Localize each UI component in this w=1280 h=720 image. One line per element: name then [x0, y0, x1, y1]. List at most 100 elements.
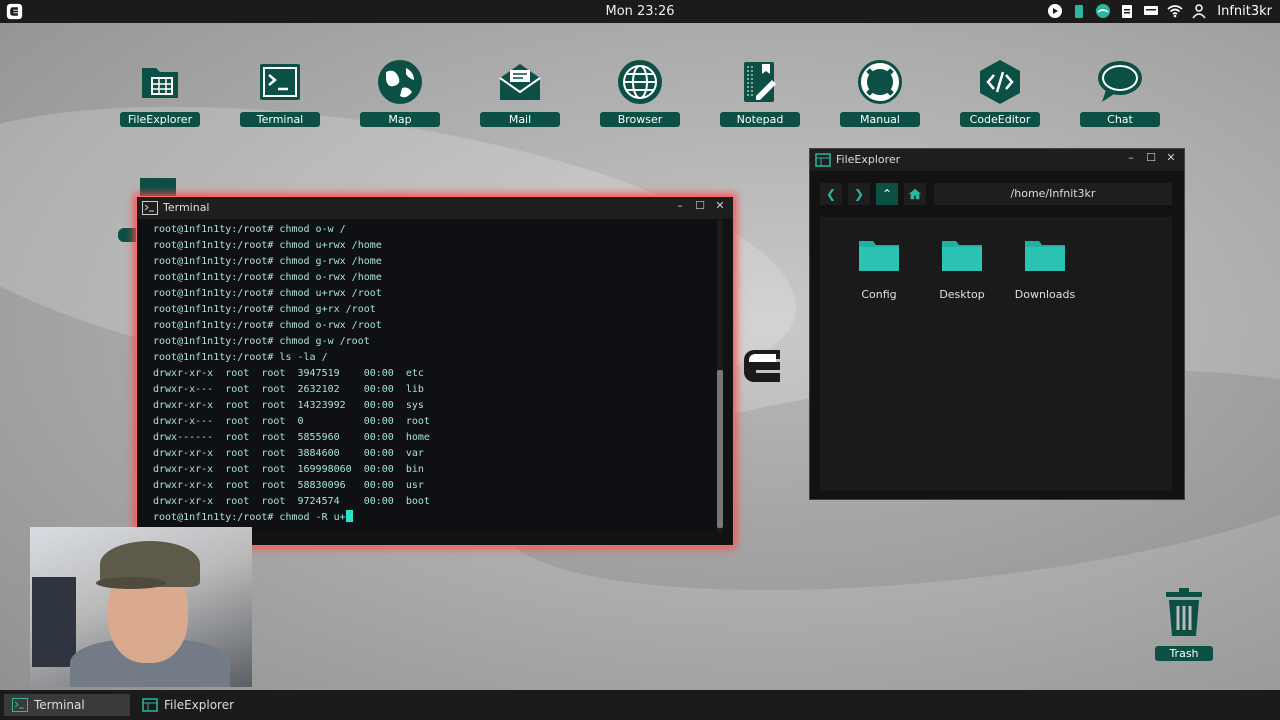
terminal-line: drwxr-xr-x root root 169998060 00:00 bin: [153, 464, 424, 475]
desktop-icon-browser[interactable]: Browser: [600, 58, 680, 127]
window-title: Terminal: [163, 201, 210, 214]
terminal-line: drwxr-x--- root root 0 00:00 root: [153, 416, 430, 427]
desktop-icon-terminal[interactable]: Terminal: [240, 58, 320, 127]
terminal-icon: [260, 64, 300, 100]
username[interactable]: Infnit3kr: [1217, 4, 1272, 19]
terminal-titlebar[interactable]: Terminal – ☐ ✕: [137, 197, 733, 219]
desktop-icon-label: Terminal: [240, 112, 320, 127]
status-circle-icon[interactable]: [1095, 3, 1111, 19]
terminal-line: drwxr-xr-x root root 3884600 00:00 var: [153, 448, 424, 459]
desktop-icon-label: Notepad: [720, 112, 800, 127]
terminal-prompt-input[interactable]: root@1nf1n1ty:/root# chmod -R u+: [153, 510, 430, 526]
terminal-line: root@1nf1n1ty:/root# ls -la /: [153, 352, 328, 363]
text-cursor: [345, 510, 353, 522]
home-button[interactable]: [904, 183, 926, 205]
desktop-icon-map[interactable]: Map: [360, 58, 440, 127]
terminal-window[interactable]: Terminal – ☐ ✕ root@1nf1n1ty:/root# chmo…: [136, 196, 734, 546]
code-editor-icon: [980, 60, 1020, 104]
terminal-line: root@1nf1n1ty:/root# chmod o-rwx /root: [153, 320, 382, 331]
battery-icon[interactable]: [1071, 3, 1087, 19]
background-window-fragment: [118, 228, 138, 242]
forward-button[interactable]: ❯: [848, 183, 870, 205]
terminal-line: drwxr-x--- root root 2632102 00:00 lib: [153, 384, 424, 395]
desktop-icon-label: Mail: [480, 112, 560, 127]
folder-label: Config: [861, 288, 897, 301]
terminal-line: root@1nf1n1ty:/root# chmod u+rwx /home: [153, 240, 382, 251]
folder-icon: [942, 241, 982, 271]
message-icon[interactable]: [1143, 3, 1159, 19]
terminal-icon: [12, 698, 28, 712]
file-explorer-icon: [142, 698, 158, 712]
wifi-icon[interactable]: [1167, 3, 1183, 19]
terminal-scrollbar[interactable]: [717, 220, 723, 532]
path-bar[interactable]: /home/Infnit3kr: [934, 183, 1172, 205]
webcam-background-object: [32, 577, 76, 667]
terminal-line: root@1nf1n1ty:/root# chmod g-w /root: [153, 336, 370, 347]
background-window-fragment: [140, 178, 176, 198]
taskbar-label: FileExplorer: [164, 698, 235, 712]
taskbar-item-terminal[interactable]: Terminal: [4, 694, 130, 716]
webcam-overlay: [30, 527, 252, 687]
prompt-text: root@1nf1n1ty:/root# chmod -R u+: [153, 512, 346, 523]
desktop-icon-label: Browser: [600, 112, 680, 127]
desktop-icon-label: FileExplorer: [120, 112, 200, 127]
scrollbar-thumb[interactable]: [717, 370, 723, 528]
folder-item[interactable]: Config: [844, 237, 914, 302]
desktop-icon-label: Manual: [840, 112, 920, 127]
desktop-icon-label: Trash: [1155, 646, 1213, 661]
maximize-button[interactable]: ☐: [1144, 151, 1158, 164]
close-button[interactable]: ✕: [713, 199, 727, 212]
folder-label: Downloads: [1014, 288, 1076, 301]
desktop-icon-mail[interactable]: Mail: [480, 58, 560, 127]
window-title: FileExplorer: [836, 153, 901, 166]
back-button[interactable]: ❮: [820, 183, 842, 205]
user-icon[interactable]: [1191, 3, 1207, 19]
folder-icon: [859, 241, 899, 271]
desktop-icon-label: Map: [360, 112, 440, 127]
file-explorer-icon: [142, 68, 178, 98]
terminal-lines: root@1nf1n1ty:/root# chmod o-w / root@1nf…: [153, 222, 430, 526]
terminal-line: root@1nf1n1ty:/root# chmod o-rwx /home: [153, 272, 382, 283]
desktop-icon-chat[interactable]: Chat: [1080, 58, 1160, 127]
taskbar-item-fileexplorer[interactable]: FileExplorer: [134, 694, 260, 716]
terminal-icon: [142, 201, 158, 215]
up-button[interactable]: ⌃: [876, 183, 898, 205]
desktop-icon-label: Chat: [1080, 112, 1160, 127]
trash-icon: [1166, 588, 1202, 636]
desktop-icon-codeeditor[interactable]: CodeEditor: [960, 58, 1040, 127]
terminal-line: drwxr-xr-x root root 9724574 00:00 boot: [153, 496, 430, 507]
browser-globe-icon: [618, 60, 662, 104]
minimize-button[interactable]: –: [673, 199, 687, 212]
folder-item[interactable]: Desktop: [927, 237, 997, 302]
close-button[interactable]: ✕: [1164, 151, 1178, 164]
chat-bubble-icon: [1098, 61, 1142, 102]
os-logo-icon[interactable]: [6, 3, 23, 20]
terminal-line: root@1nf1n1ty:/root# chmod u+rwx /root: [153, 288, 382, 299]
minimize-button[interactable]: –: [1124, 151, 1138, 164]
play-icon[interactable]: [1047, 3, 1063, 19]
desktop-icon-notepad[interactable]: Notepad: [720, 58, 800, 127]
system-tray: Infnit3kr: [1047, 3, 1272, 19]
desktop-icon-trash[interactable]: Trash: [1152, 588, 1216, 661]
folder-item[interactable]: Downloads: [1010, 237, 1080, 302]
terminal-line: root@1nf1n1ty:/root# chmod g-rwx /home: [153, 256, 382, 267]
notepad-icon: [744, 62, 776, 102]
globe-map-icon: [378, 60, 422, 104]
navigation-buttons: ❮ ❯ ⌃: [820, 183, 926, 205]
file-list[interactable]: Config Desktop Downloads: [820, 217, 1172, 491]
clipboard-icon[interactable]: [1119, 3, 1135, 19]
desktop-icon-fileexplorer[interactable]: FileExplorer: [120, 58, 200, 127]
terminal-line: drwxr-xr-x root root 3947519 00:00 etc: [153, 368, 424, 379]
center-logo-icon: [744, 350, 780, 382]
top-bar: Mon 23:26 Infnit3kr: [0, 0, 1280, 23]
maximize-button[interactable]: ☐: [693, 199, 707, 212]
taskbar: Terminal FileExplorer: [0, 690, 1280, 720]
terminal-line: drwxr-xr-x root root 58830096 00:00 usr: [153, 480, 424, 491]
file-explorer-titlebar[interactable]: FileExplorer – ☐ ✕: [810, 149, 1184, 171]
terminal-line: drwx------ root root 5855960 00:00 home: [153, 432, 430, 443]
terminal-output[interactable]: root@1nf1n1ty:/root# chmod o-w / root@1nf…: [137, 220, 721, 532]
file-explorer-window[interactable]: FileExplorer – ☐ ✕ ❮ ❯ ⌃ /home/Infnit3kr…: [809, 148, 1185, 500]
folder-icon: [1025, 241, 1065, 271]
desktop-icon-manual[interactable]: Manual: [840, 58, 920, 127]
terminal-line: root@1nf1n1ty:/root# chmod o-w /: [153, 224, 346, 235]
